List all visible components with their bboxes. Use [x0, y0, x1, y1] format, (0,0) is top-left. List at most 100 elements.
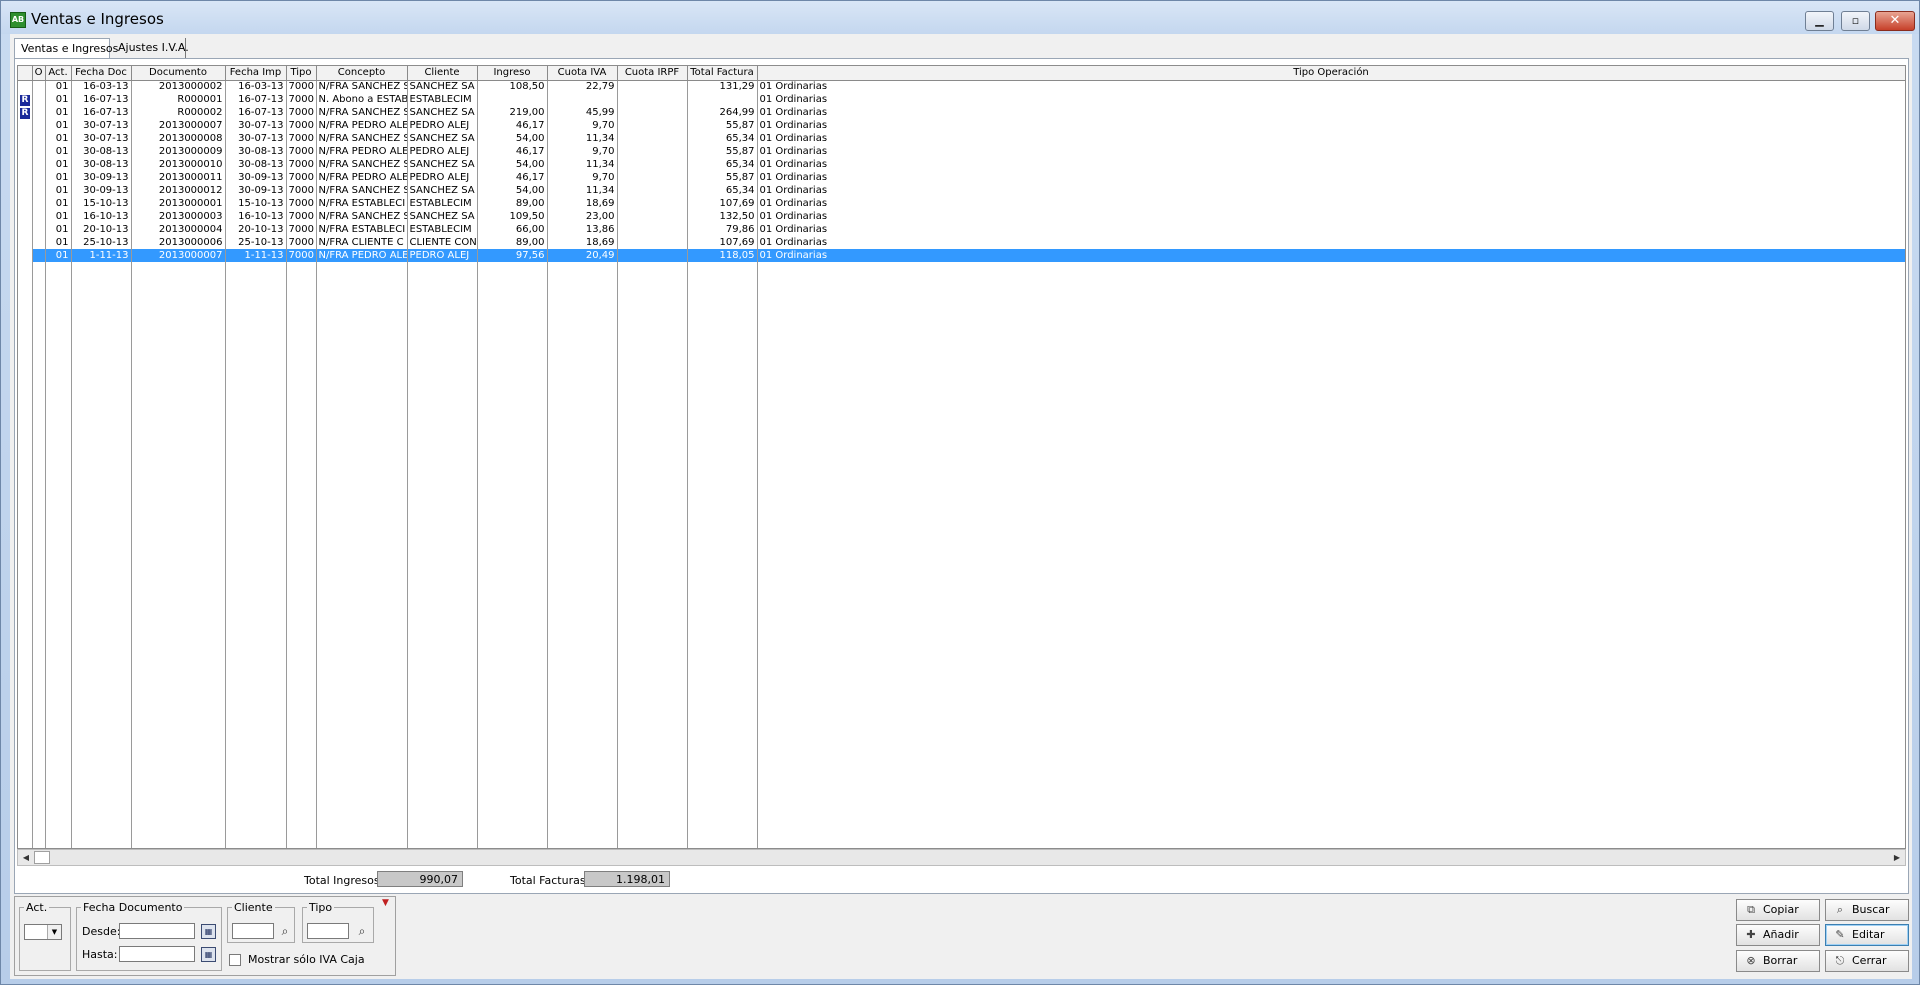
- filter-clear-icon[interactable]: ▼: [382, 898, 393, 908]
- empty-cell: [477, 821, 548, 834]
- hasta-calendar-icon[interactable]: ▦: [201, 947, 216, 962]
- scroll-left-arrow-icon[interactable]: ◀: [18, 850, 34, 865]
- empty-cell: [45, 418, 72, 431]
- empty-cell: [316, 522, 408, 535]
- empty-cell: [32, 756, 46, 769]
- hasta-input[interactable]: [119, 946, 195, 962]
- empty-row: [18, 288, 1905, 301]
- act-select[interactable]: ▼: [24, 924, 62, 940]
- cell-cuota-irpf: [617, 184, 688, 197]
- header-total-factura-col[interactable]: Total Factura: [687, 66, 758, 81]
- empty-cell: [687, 808, 758, 821]
- records-grid[interactable]: O Act. Fecha Doc Documento Fecha Imp Tipo Conc…: [17, 65, 1906, 849]
- empty-cell: [18, 587, 33, 600]
- tab-ajustes-iva[interactable]: Ajustes I.V.A.: [112, 38, 189, 58]
- empty-cell: [617, 691, 688, 704]
- tab-ventas-ingresos[interactable]: Ventas e Ingresos: [14, 38, 118, 60]
- cliente-input[interactable]: [232, 923, 274, 939]
- empty-row: [18, 756, 1905, 769]
- table-row[interactable]: 01 15-10-13 2013000001 15-10-13 7000 N/FRA ES…: [18, 197, 1905, 210]
- empty-cell: [32, 769, 46, 782]
- header-tipo-operacion-col[interactable]: Tipo Operación: [757, 66, 1905, 81]
- table-row[interactable]: 01 16-10-13 2013000003 16-10-13 7000 N/FRA SA…: [18, 210, 1905, 223]
- empty-row: [18, 457, 1905, 470]
- tipo-input[interactable]: [307, 923, 349, 939]
- chevron-down-icon[interactable]: ▼: [47, 925, 61, 939]
- empty-cell: [286, 314, 317, 327]
- table-row[interactable]: 01 1-11-13 2013000007 1-11-13 7000 N/FRA PEDR…: [18, 249, 1905, 262]
- horizontal-scrollbar[interactable]: ◀ ▶: [17, 849, 1906, 866]
- table-row[interactable]: 01 30-08-13 2013000009 30-08-13 7000 N/FRA PE…: [18, 145, 1905, 158]
- empty-cell: [225, 834, 287, 847]
- desde-input[interactable]: [119, 923, 195, 939]
- table-row[interactable]: 01 30-07-13 2013000008 30-07-13 7000 N/FRA SA…: [18, 132, 1905, 145]
- table-row[interactable]: 01 25-10-13 2013000006 25-10-13 7000 N/FRA CL…: [18, 236, 1905, 249]
- empty-cell: [687, 795, 758, 808]
- cell-fecha-doc: 1-11-13: [71, 249, 132, 262]
- borrar-button[interactable]: ⊗ Borrar: [1736, 950, 1820, 972]
- empty-cell: [316, 275, 408, 288]
- header-mark-col[interactable]: [18, 66, 33, 81]
- empty-cell: [286, 457, 317, 470]
- header-concepto-col[interactable]: Concepto: [316, 66, 408, 81]
- cell-cliente: ESTABLECIM: [407, 223, 478, 236]
- table-row[interactable]: 01 30-08-13 2013000010 30-08-13 7000 N/FRA SA…: [18, 158, 1905, 171]
- header-cuota-iva-col[interactable]: Cuota IVA: [547, 66, 618, 81]
- table-row[interactable]: 01 30-07-13 2013000007 30-07-13 7000 N/FRA PE…: [18, 119, 1905, 132]
- minimize-button[interactable]: ▁: [1805, 11, 1834, 31]
- empty-cell: [71, 561, 132, 574]
- cell-fecha-imp: 16-07-13: [225, 106, 287, 119]
- header-ingreso-col[interactable]: Ingreso: [477, 66, 548, 81]
- empty-cell: [32, 561, 46, 574]
- empty-cell: [225, 795, 287, 808]
- cell-concepto: N/FRA SANCHEZ S: [316, 106, 408, 119]
- empty-cell: [45, 379, 72, 392]
- table-row[interactable]: 01 30-09-13 2013000012 30-09-13 7000 N/FRA SA…: [18, 184, 1905, 197]
- header-act-col[interactable]: Act.: [45, 66, 72, 81]
- header-fecha-doc-col[interactable]: Fecha Doc: [71, 66, 132, 81]
- close-window-button[interactable]: ✕: [1875, 11, 1915, 31]
- empty-cell: [477, 756, 548, 769]
- empty-cell: [407, 392, 478, 405]
- scroll-right-arrow-icon[interactable]: ▶: [1889, 850, 1905, 865]
- header-tipo-col[interactable]: Tipo: [286, 66, 317, 81]
- empty-cell: [617, 587, 688, 600]
- title-bar[interactable]: AB Ventas e Ingresos ▁ ▫ ✕: [1, 1, 1919, 34]
- empty-cell: [286, 379, 317, 392]
- editar-button[interactable]: ✎ Editar: [1825, 924, 1909, 946]
- table-row[interactable]: R 01 16-07-13 R000002 16-07-13 7000 N/FRA SANC…: [18, 106, 1905, 119]
- anadir-button[interactable]: ✚ Añadir: [1736, 924, 1820, 946]
- header-cliente-col[interactable]: Cliente: [407, 66, 478, 81]
- empty-cell: [757, 288, 1905, 301]
- cell-concepto: N/FRA PEDRO ALE: [316, 249, 408, 262]
- table-row[interactable]: 01 30-09-13 2013000011 30-09-13 7000 N/FRA PE…: [18, 171, 1905, 184]
- empty-cell: [286, 353, 317, 366]
- copiar-button[interactable]: ⧉ Copiar: [1736, 899, 1820, 921]
- empty-row: [18, 782, 1905, 795]
- header-documento-col[interactable]: Documento: [131, 66, 226, 81]
- maximize-button[interactable]: ▫: [1841, 11, 1870, 31]
- cerrar-button[interactable]: ⎋ Cerrar: [1825, 950, 1909, 972]
- header-o-col[interactable]: O: [32, 66, 46, 81]
- empty-cell: [32, 678, 46, 691]
- empty-cell: [757, 626, 1905, 639]
- empty-cell: [617, 652, 688, 665]
- empty-cell: [286, 392, 317, 405]
- tipo-search-icon[interactable]: ⌕: [355, 924, 369, 938]
- empty-cell: [45, 717, 72, 730]
- table-row[interactable]: R 01 16-07-13 R000001 16-07-13 7000 N. Abono a…: [18, 93, 1905, 106]
- table-row[interactable]: 01 20-10-13 2013000004 20-10-13 7000 N/FRA ES…: [18, 223, 1905, 236]
- empty-row: [18, 314, 1905, 327]
- scroll-thumb[interactable]: [34, 851, 50, 864]
- cliente-search-icon[interactable]: ⌕: [278, 924, 292, 938]
- empty-cell: [45, 756, 72, 769]
- cell-tipo-op: 01 Ordinarias: [757, 158, 1905, 171]
- desde-calendar-icon[interactable]: ▦: [201, 924, 216, 939]
- header-fecha-imp-col[interactable]: Fecha Imp: [225, 66, 287, 81]
- header-cuota-irpf-col[interactable]: Cuota IRPF: [617, 66, 688, 81]
- iva-caja-checkbox[interactable]: [229, 954, 241, 966]
- table-row[interactable]: 01 16-03-13 2013000002 16-03-13 7000 N/FRA SA…: [18, 80, 1905, 93]
- cell-cuota-irpf: [617, 132, 688, 145]
- buscar-button[interactable]: ⌕ Buscar: [1825, 899, 1909, 921]
- empty-cell: [286, 561, 317, 574]
